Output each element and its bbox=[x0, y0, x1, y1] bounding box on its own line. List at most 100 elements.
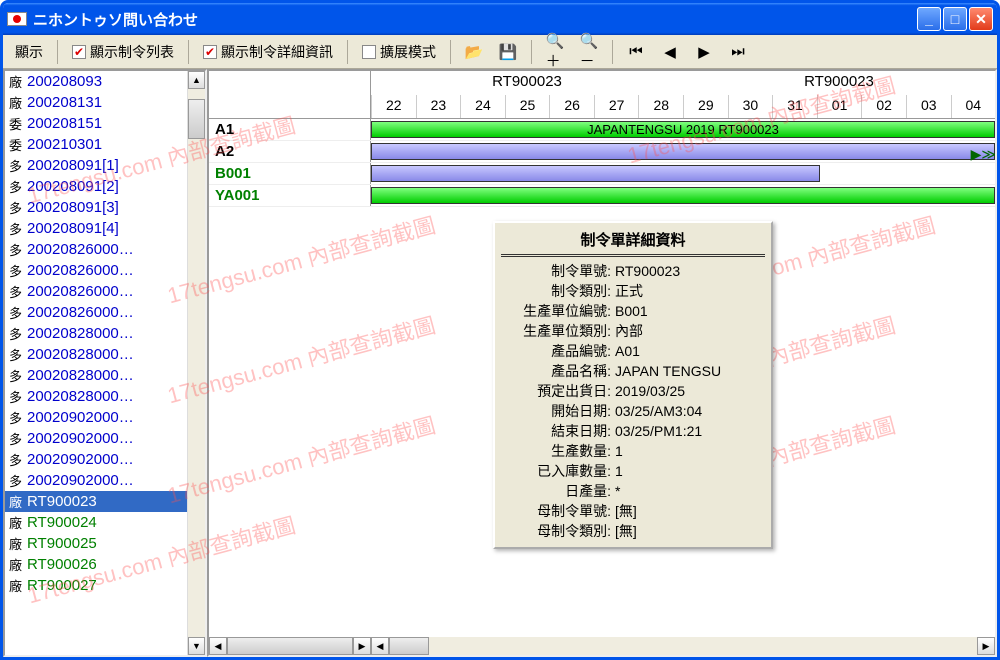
list-item[interactable]: 多200208091[2] bbox=[5, 176, 187, 197]
scroll-down-button[interactable]: ▼ bbox=[188, 637, 205, 655]
gantt-header-days: 2223242526272829303101020304 bbox=[209, 95, 995, 119]
last-icon: ⏭ bbox=[729, 43, 747, 61]
list-item[interactable]: 廠200208131 bbox=[5, 92, 187, 113]
list-item[interactable]: 多20020902000… bbox=[5, 470, 187, 491]
zoom-out-button[interactable]: 🔍－ bbox=[574, 40, 604, 64]
gantt-row: B001 bbox=[209, 163, 995, 185]
detail-row: 母制令單號:[無] bbox=[501, 501, 765, 521]
zoom-in-button[interactable]: 🔍＋ bbox=[540, 40, 570, 64]
detail-row: 日產量:* bbox=[501, 481, 765, 501]
detail-row: 生產單位編號:B001 bbox=[501, 301, 765, 321]
order-list[interactable]: 廠200208093廠200208131委200208151委200210301… bbox=[5, 71, 187, 655]
detail-row: 已入庫數量:1 bbox=[501, 461, 765, 481]
scroll-thumb[interactable] bbox=[188, 99, 205, 139]
list-item[interactable]: 多20020902000… bbox=[5, 428, 187, 449]
gantt-bar[interactable] bbox=[371, 165, 820, 182]
gantt-row: A2▶≫ bbox=[209, 141, 995, 163]
detail-row: 制令類別:正式 bbox=[501, 281, 765, 301]
window-title: ニホントゥソ問い合わせ bbox=[33, 9, 198, 30]
rowlabel-hscroll[interactable]: ◀ ▶ bbox=[209, 637, 371, 655]
list-item[interactable]: 多20020828000… bbox=[5, 386, 187, 407]
detail-row: 預定出貨日:2019/03/25 bbox=[501, 381, 765, 401]
list-item[interactable]: 多20020826000… bbox=[5, 260, 187, 281]
scroll-up-button[interactable]: ▲ bbox=[188, 71, 205, 89]
check-icon: ✔ bbox=[72, 45, 86, 59]
day-header: 30 bbox=[728, 95, 773, 118]
day-header: 03 bbox=[906, 95, 951, 118]
japan-flag-icon bbox=[7, 12, 27, 26]
scroll-right-button[interactable]: ▶ bbox=[353, 637, 371, 655]
list-item[interactable]: 多20020826000… bbox=[5, 302, 187, 323]
day-header: 04 bbox=[951, 95, 996, 118]
toolbar: 顯示 ✔顯示制令列表 ✔顯示制令詳細資訊 擴展模式 📂 💾 🔍＋ 🔍－ ⏮ ◀ … bbox=[3, 35, 997, 69]
scroll-left-button[interactable]: ◀ bbox=[209, 637, 227, 655]
gantt-row-label: B001 bbox=[209, 163, 371, 184]
last-button[interactable]: ⏭ bbox=[723, 40, 753, 64]
order-detail-popup: 制令單詳細資料 制令單號:RT900023制令類別:正式生產單位編號:B001生… bbox=[493, 221, 773, 549]
gantt-row: A1JAPANTENGSU 2019 RT900023 bbox=[209, 119, 995, 141]
list-item[interactable]: 廠RT900023 bbox=[5, 491, 187, 512]
detail-row: 生產單位類別:內部 bbox=[501, 321, 765, 341]
list-item[interactable]: 廠RT900024 bbox=[5, 512, 187, 533]
scroll-left-button[interactable]: ◀ bbox=[371, 637, 389, 655]
list-item[interactable]: 多200208091[3] bbox=[5, 197, 187, 218]
close-button[interactable]: ✕ bbox=[969, 7, 993, 31]
show-order-detail-toggle[interactable]: ✔顯示制令詳細資訊 bbox=[197, 39, 339, 65]
expand-mode-toggle[interactable]: 擴展模式 bbox=[356, 39, 442, 65]
list-item[interactable]: 多20020828000… bbox=[5, 323, 187, 344]
prev-button[interactable]: ◀ bbox=[655, 40, 685, 64]
minimize-button[interactable]: _ bbox=[917, 7, 941, 31]
save-button[interactable]: 💾 bbox=[493, 40, 523, 64]
list-item[interactable]: 多200208091[4] bbox=[5, 218, 187, 239]
detail-row: 結束日期:03/25/PM1:21 bbox=[501, 421, 765, 441]
gantt-row-label: YA001 bbox=[209, 185, 371, 206]
check-icon: ✔ bbox=[203, 45, 217, 59]
day-header: 02 bbox=[861, 95, 906, 118]
list-item[interactable]: 廠RT900027 bbox=[5, 575, 187, 596]
show-order-list-toggle[interactable]: ✔顯示制令列表 bbox=[66, 39, 180, 65]
header-group-left: RT900023 bbox=[371, 71, 683, 95]
first-button[interactable]: ⏮ bbox=[621, 40, 651, 64]
list-item[interactable]: 多20020828000… bbox=[5, 344, 187, 365]
order-list-sidebar: 廠200208093廠200208131委200208151委200210301… bbox=[3, 69, 207, 657]
gantt-rows: A1JAPANTENGSU 2019 RT900023A2▶≫B001YA001 bbox=[209, 119, 995, 207]
list-item[interactable]: 廠RT900026 bbox=[5, 554, 187, 575]
day-header: 24 bbox=[460, 95, 505, 118]
detail-row: 產品編號:A01 bbox=[501, 341, 765, 361]
gantt-bar[interactable]: JAPANTENGSU 2019 RT900023 bbox=[371, 121, 995, 138]
list-item[interactable]: 廠RT900025 bbox=[5, 533, 187, 554]
list-item[interactable]: 委200210301 bbox=[5, 134, 187, 155]
list-item[interactable]: 委200208151 bbox=[5, 113, 187, 134]
list-item[interactable]: 多20020902000… bbox=[5, 407, 187, 428]
detail-row: 開始日期:03/25/AM3:04 bbox=[501, 401, 765, 421]
gantt-bar[interactable]: ▶≫ bbox=[371, 143, 995, 160]
show-button[interactable]: 顯示 bbox=[9, 39, 49, 65]
list-item[interactable]: 廠200208093 bbox=[5, 71, 187, 92]
scroll-right-button[interactable]: ▶ bbox=[977, 637, 995, 655]
gantt-hscroll[interactable]: ◀ ▶ bbox=[371, 637, 995, 655]
popup-title: 制令單詳細資料 bbox=[501, 229, 765, 257]
gantt-row: YA001 bbox=[209, 185, 995, 207]
check-icon bbox=[362, 45, 376, 59]
sidebar-scrollbar[interactable]: ▲ ▼ bbox=[187, 71, 205, 655]
list-item[interactable]: 多20020828000… bbox=[5, 365, 187, 386]
gantt-row-label: A2 bbox=[209, 141, 371, 162]
titlebar: ニホントゥソ問い合わせ _ □ ✕ bbox=[3, 3, 997, 35]
list-item[interactable]: 多20020826000… bbox=[5, 239, 187, 260]
scroll-thumb[interactable] bbox=[389, 637, 429, 655]
day-header: 28 bbox=[638, 95, 683, 118]
zoom-out-icon: 🔍－ bbox=[580, 43, 598, 61]
gantt-bar[interactable] bbox=[371, 187, 995, 204]
prev-icon: ◀ bbox=[661, 43, 679, 61]
day-header: 25 bbox=[505, 95, 550, 118]
app-window: ニホントゥソ問い合わせ _ □ ✕ 顯示 ✔顯示制令列表 ✔顯示制令詳細資訊 擴… bbox=[0, 0, 1000, 660]
next-button[interactable]: ▶ bbox=[689, 40, 719, 64]
list-item[interactable]: 多20020826000… bbox=[5, 281, 187, 302]
folder-open-icon: 📂 bbox=[465, 43, 483, 61]
list-item[interactable]: 多20020902000… bbox=[5, 449, 187, 470]
list-item[interactable]: 多200208091[1] bbox=[5, 155, 187, 176]
maximize-button[interactable]: □ bbox=[943, 7, 967, 31]
scroll-thumb[interactable] bbox=[227, 637, 353, 655]
open-button[interactable]: 📂 bbox=[459, 40, 489, 64]
gantt-header-groups: RT900023 RT900023 bbox=[209, 71, 995, 95]
